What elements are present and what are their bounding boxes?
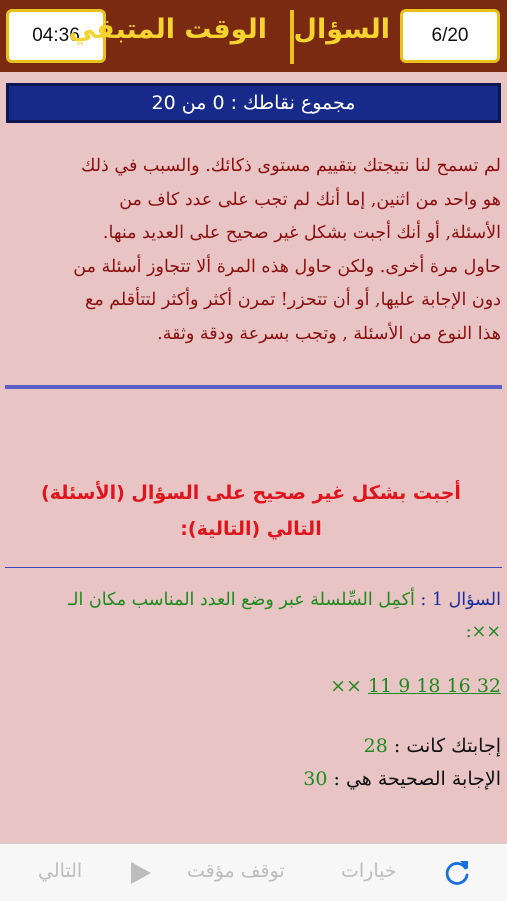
thin-divider	[5, 567, 502, 568]
feedback-line: لم تسمح لنا نتيجتك بتقييم مستوى ذكائك. و…	[80, 156, 501, 176]
correct-answer-value: 30	[303, 768, 328, 790]
question-label: السؤال	[293, 14, 390, 45]
options-button[interactable]: خيارات	[341, 860, 397, 882]
feedback-line: الأسئلة, أو أنك أجبت بشكل غير صحيح على ا…	[102, 223, 501, 243]
question-text: أكمِل السِّلسلة عبر وضع العدد المناسب مك…	[67, 590, 415, 610]
your-answer: إجابتك كانت : 28	[364, 735, 501, 757]
question-item: السؤال 1 : أكمِل السِّلسلة عبر وضع العدد…	[6, 584, 501, 648]
correct-answer-label: الإجابة الصحيحة هي :	[333, 768, 502, 790]
score-banner: مجموع نقاطك : 0 من 20	[6, 83, 501, 123]
feedback-line: دون الإجابة عليها, أو أن تتحزر! تمرن أكث…	[85, 290, 501, 310]
sequence-numbers: 32 16 18 9 11	[367, 675, 501, 697]
question-sequence: 32 16 18 9 11 ××	[330, 675, 501, 697]
pause-button[interactable]: توقف مؤقت	[187, 860, 285, 882]
wrong-answers-heading: أجبت بشكل غير صحيح على السؤال (الأسئلة) …	[41, 482, 461, 540]
correct-answer: الإجابة الصحيحة هي : 30	[303, 768, 501, 790]
feedback-paragraph: لم تسمح لنا نتيجتك بتقييم مستوى ذكائك. و…	[6, 150, 501, 351]
question-text-continued: ××:	[465, 622, 501, 642]
play-icon[interactable]	[131, 862, 151, 884]
next-button[interactable]: التالي	[38, 860, 82, 882]
bottom-toolbar: التالي توقف مؤقت خيارات	[0, 843, 507, 901]
refresh-icon[interactable]	[441, 857, 473, 889]
feedback-line: هذا النوع من الأسئلة , وتجب بسرعة ودقة و…	[157, 323, 501, 344]
your-answer-value: 28	[363, 735, 388, 757]
question-number: السؤال 1 :	[420, 590, 501, 610]
time-remaining-label: الوقت المتبقي	[68, 14, 267, 45]
sequence-placeholder: ××	[330, 675, 362, 697]
your-answer-label: إجابتك كانت :	[393, 735, 501, 757]
header-bar: 04:36 الوقت المتبقي السؤال 6/20	[0, 0, 507, 72]
section-divider	[5, 385, 502, 389]
question-progress-box: 6/20	[400, 9, 500, 63]
feedback-line: حاول مرة أخرى. ولكن حاول هذه المرة ألا ت…	[73, 256, 501, 277]
feedback-line: هو واحد من اثنين, إما أنك لم تجب على عدد…	[119, 189, 501, 210]
